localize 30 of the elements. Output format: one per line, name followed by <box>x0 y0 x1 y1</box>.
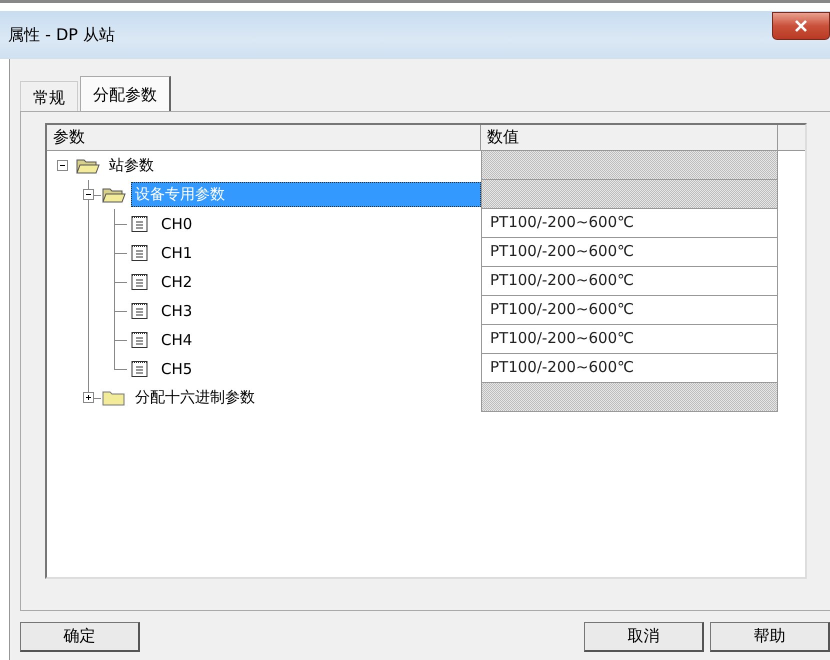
tree-item[interactable]: 站参数 <box>105 153 481 178</box>
dialog-button[interactable]: 取消 <box>584 622 704 652</box>
tree-item[interactable]: CH0 <box>157 212 481 236</box>
tree-item[interactable]: CH1 <box>157 240 481 264</box>
close-button[interactable] <box>772 12 830 40</box>
value-cell[interactable]: PT100/-200~600℃ <box>481 209 778 238</box>
folder-icon <box>102 388 126 406</box>
tree-item[interactable]: CH4 <box>157 328 481 352</box>
minus-box-icon[interactable] <box>82 189 94 200</box>
open-folder-icon <box>102 186 126 204</box>
minus-box-icon[interactable] <box>56 160 68 171</box>
value-cell[interactable]: PT100/-200~600℃ <box>481 267 778 296</box>
dialog-button[interactable]: 确定 <box>20 622 140 652</box>
open-folder-icon <box>76 156 100 174</box>
tree-item[interactable]: 分配十六进制参数 <box>131 385 481 410</box>
value-cell[interactable]: PT100/-200~600℃ <box>481 325 778 354</box>
column-header[interactable]: 参数 <box>47 125 481 151</box>
plus-box-icon[interactable] <box>82 392 94 403</box>
tab[interactable]: 分配参数 <box>80 76 171 111</box>
column-header-filler <box>778 125 805 151</box>
value-cell[interactable]: PT100/-200~600℃ <box>481 296 778 325</box>
dialog-button[interactable]: 帮助 <box>710 622 830 652</box>
tree-item[interactable]: CH5 <box>157 356 481 380</box>
value-cell[interactable]: PT100/-200~600℃ <box>481 238 778 267</box>
column-header[interactable]: 数值 <box>481 125 778 151</box>
tab[interactable]: 常规 <box>20 81 78 111</box>
window-title: 属性 - DP 从站 <box>8 24 115 46</box>
tree-item[interactable]: CH3 <box>157 298 481 322</box>
tree-item[interactable]: CH2 <box>157 270 481 294</box>
close-icon <box>794 20 808 32</box>
